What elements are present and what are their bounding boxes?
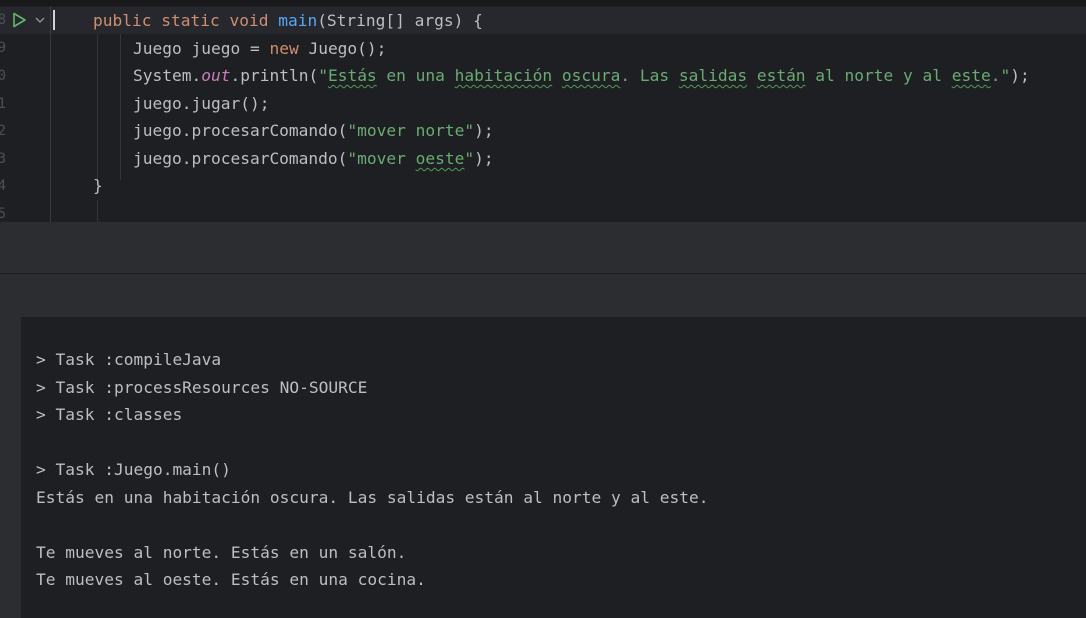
line-number: 2 [0,123,6,139]
run-icon[interactable] [11,12,27,28]
code-text: ); [1010,66,1030,85]
code-text: .println( [230,66,319,85]
code-text: Juego juego = [133,39,270,58]
line-number: 8 [0,12,6,28]
keyword: static [161,11,220,30]
keyword: void [229,11,269,30]
code-line-7[interactable]: } [93,176,103,196]
code-text: (String[] args) { [317,11,483,30]
code-line-4[interactable]: juego.jugar(); [133,94,269,114]
code-text: Juego(); [298,39,387,58]
editor-gutter: 8 9 0 1 2 3 4 5 [0,6,52,222]
line-number: 9 [0,40,6,56]
spellcheck-word: Estás [327,66,377,85]
console-line: > Task :Juego.main() [36,460,231,479]
static-field: out [201,66,231,85]
keyword: public [93,11,152,30]
chevron-down-icon[interactable] [34,14,46,26]
keyword: new [269,39,299,58]
code-text: juego.procesarComando( [133,149,348,168]
code-text: juego.jugar(); [133,94,270,113]
code-line-2[interactable]: Juego juego = new Juego(); [133,39,386,59]
console-gutter [0,317,21,618]
string-part: en una [376,66,455,85]
code-line-5[interactable]: juego.procesarComando("mover norte"); [133,121,494,141]
line-number: 3 [0,151,6,167]
line-number: 0 [0,68,6,84]
spellcheck-word: oscura [561,66,621,85]
string-part: . Las [620,66,679,85]
line-number: 1 [0,96,6,112]
string-literal: "mover norte" [347,121,475,140]
console-line: > Task :classes [36,405,183,424]
indent-guide [97,34,98,180]
console-line: Estás en una habitación oscura. Las sali… [36,488,709,507]
run-console-output[interactable]: > Task :compileJava > Task :processResou… [0,317,1086,618]
string-literal: "Estás en una habitación oscura. Las sal… [318,66,1010,85]
method-name: main [278,11,318,30]
tool-window-header [0,222,1086,273]
string-part: ." [990,66,1011,85]
closing-brace: } [93,176,103,195]
code-line-3[interactable]: System.out.println("Estás en una habitac… [133,66,1030,86]
string-part [552,66,562,85]
code-editor[interactable]: 8 9 0 1 2 3 4 5 public static void main(… [0,0,1086,222]
code-line-6[interactable]: juego.procesarComando("mover oeste"); [133,149,494,169]
string-part: al norte y al [805,66,952,85]
text-caret [53,10,55,30]
indent-guide [97,200,98,222]
code-text: ); [474,149,494,168]
indent-guide [120,34,121,180]
gutter-divider [50,6,51,222]
string-part [747,66,757,85]
code-text: System. [133,66,202,85]
spellcheck-word: habitación [454,66,553,85]
line-number: 4 [0,178,6,194]
console-line: Te mueves al oeste. Estás en una cocina. [36,570,426,589]
spellcheck-word: están [756,66,806,85]
console-line: > Task :compileJava [36,350,222,369]
code-line-1[interactable]: public static void main(String[] args) { [93,11,483,31]
spellcheck-word: oeste [415,149,465,168]
code-text: juego.procesarComando( [133,121,348,140]
console-line: > Task :processResources NO-SOURCE [36,378,368,397]
tool-window-toolbar [0,274,1086,317]
string-literal: "mover oeste" [347,149,474,168]
string-part: " [318,66,328,85]
spellcheck-word: este [951,66,991,85]
line-number: 5 [0,206,6,222]
code-text: ); [474,121,494,140]
string-part: " [464,149,475,168]
spellcheck-word: salidas [678,66,748,85]
string-part: "mover [347,149,416,168]
console-line: Te mueves al norte. Estás en un salón. [36,543,407,562]
editor-top-border [0,0,1086,6]
